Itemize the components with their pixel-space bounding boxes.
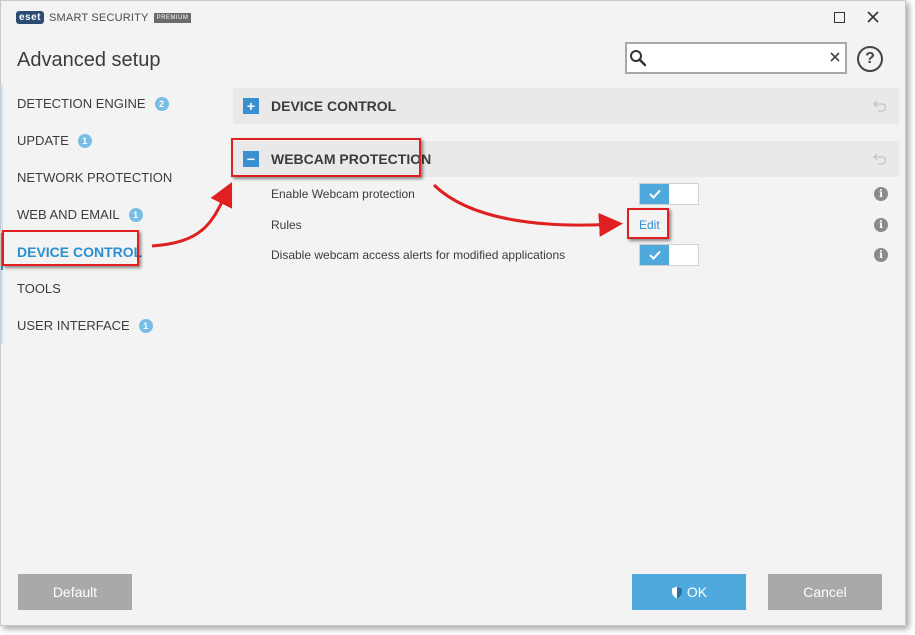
sidebar-item-user-interface[interactable]: USER INTERFACE 1 [1,307,216,344]
sidebar-item-label: NETWORK PROTECTION [17,170,173,185]
sidebar-item-detection-engine[interactable]: DETECTION ENGINE 2 [1,85,216,122]
info-icon[interactable]: i [874,187,888,201]
brand: eset SMART SECURITY PREMIUM [16,11,192,24]
section-device-control[interactable]: + DEVICE CONTROL [233,88,899,124]
clear-icon [830,52,840,62]
disable-alerts-toggle[interactable] [639,244,699,266]
title-bar: eset SMART SECURITY PREMIUM [1,1,905,33]
advanced-setup-window: eset SMART SECURITY PREMIUM Advanced set… [0,0,906,626]
enable-webcam-toggle[interactable] [639,183,699,205]
highlight-edit-link [627,208,669,239]
sidebar-item-label: TOOLS [17,281,61,296]
info-icon[interactable]: i [874,218,888,232]
notification-badge: 1 [128,207,143,222]
default-button-label: Default [52,584,98,600]
sidebar-item-label: WEB AND EMAIL [17,207,120,222]
check-icon [640,184,669,204]
sidebar-item-update[interactable]: UPDATE 1 [1,122,216,159]
close-icon [867,11,879,23]
setting-enable-webcam-protection: Enable Webcam protection i [233,180,899,208]
premium-badge: PREMIUM [153,12,192,23]
setting-disable-webcam-alerts: Disable webcam access alerts for modifie… [233,241,899,269]
product-name: SMART SECURITY [49,11,149,24]
maximize-icon [833,11,845,23]
eset-logo: eset [16,11,45,24]
section-title: DEVICE CONTROL [271,98,397,114]
page-title: Advanced setup [17,49,161,71]
notification-badge: 1 [77,133,92,148]
setting-label: Enable Webcam protection [271,187,415,201]
setting-rules: Rules Edit i [233,211,899,239]
default-button[interactable]: Default [18,574,132,610]
setting-label: Rules [271,218,302,232]
check-icon [640,245,669,265]
sidebar-item-label: DETECTION ENGINE [17,96,146,111]
sidebar-item-tools[interactable]: TOOLS [1,270,216,307]
expand-icon[interactable]: + [243,98,259,114]
sidebar: DETECTION ENGINE 2 UPDATE 1 NETWORK PROT… [1,85,216,344]
sidebar-item-label: UPDATE [17,133,69,148]
revert-icon [872,152,887,168]
cancel-button[interactable]: Cancel [768,574,882,610]
notification-badge: 1 [138,318,153,333]
setting-label: Disable webcam access alerts for modifie… [271,248,566,262]
highlight-device-control [2,230,139,266]
info-icon[interactable]: i [874,248,888,262]
search-clear-button[interactable] [825,49,845,67]
sidebar-item-label: USER INTERFACE [17,318,130,333]
help-icon[interactable]: ? [857,46,883,72]
ok-button[interactable]: OK [632,574,746,610]
close-button[interactable] [861,7,885,27]
search-box[interactable] [625,42,847,74]
cancel-button-label: Cancel [803,584,847,600]
search-input[interactable] [648,45,825,71]
ok-button-label: OK [686,584,708,600]
revert-icon [872,99,887,115]
maximize-button[interactable] [827,7,851,27]
sidebar-item-network-protection[interactable]: NETWORK PROTECTION [1,159,216,196]
search-icon [627,44,649,72]
shield-icon [671,586,683,599]
notification-badge: 2 [154,96,169,111]
sidebar-item-web-and-email[interactable]: WEB AND EMAIL 1 [1,196,216,233]
highlight-webcam-protection [231,138,421,177]
